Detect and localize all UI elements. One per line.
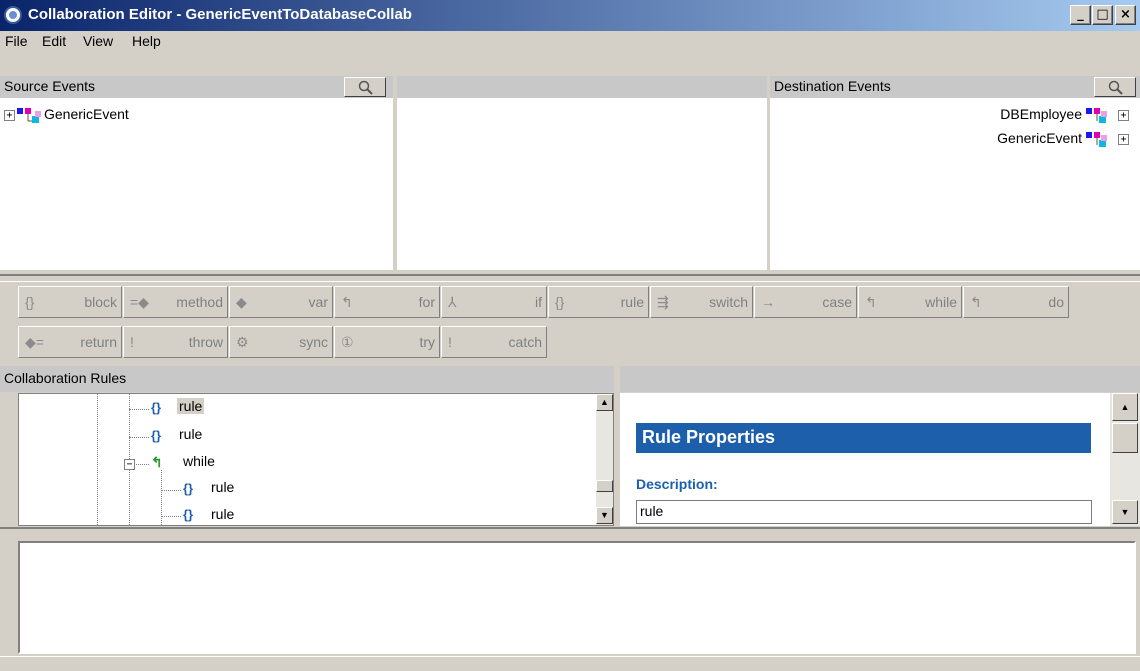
- magnifier-icon: [1108, 80, 1123, 95]
- menu-bar: File Edit View Help: [0, 31, 1140, 52]
- toolbar-method-button[interactable]: =◆ method: [123, 286, 228, 318]
- menu-help[interactable]: Help: [132, 33, 161, 49]
- expand-icon[interactable]: +: [1118, 110, 1129, 121]
- event-object-icon: [1086, 132, 1107, 147]
- sync-icon: ⚙: [236, 334, 249, 350]
- destination-event-dbemployee[interactable]: DBEmployee: [1000, 106, 1082, 122]
- menu-file[interactable]: File: [5, 33, 28, 49]
- mapping-area[interactable]: [397, 98, 767, 270]
- while-icon: ↰: [865, 294, 877, 310]
- properties-scrollbar[interactable]: ▲ ▼: [1110, 393, 1140, 526]
- maximize-button[interactable]: □: [1092, 5, 1113, 25]
- toolbar-switch-button[interactable]: ⇶ switch: [650, 286, 753, 318]
- destination-events-tree[interactable]: DBEmployee + GenericEvent +: [770, 98, 1140, 270]
- return-icon: ◆=: [25, 334, 44, 350]
- destination-search-button[interactable]: [1094, 77, 1136, 97]
- event-object-icon: [17, 108, 41, 123]
- menu-view[interactable]: View: [83, 33, 113, 49]
- rule-icon: {}: [555, 294, 565, 310]
- app-globe-icon: [4, 6, 22, 24]
- expand-icon[interactable]: +: [1118, 134, 1129, 145]
- tree-line: [129, 437, 149, 438]
- throw-icon: !: [130, 334, 134, 350]
- toolbar-for-button[interactable]: ↰ for: [334, 286, 440, 318]
- case-icon: →: [761, 294, 775, 310]
- collapse-icon[interactable]: −: [124, 459, 135, 470]
- catch-icon: !: [448, 334, 452, 350]
- event-object-icon: [1086, 108, 1107, 123]
- tree-line: [97, 394, 98, 525]
- for-icon: ↰: [341, 294, 353, 310]
- toolbar-sync-button[interactable]: ⚙ sync: [229, 326, 333, 358]
- collab-rules-title: Collaboration Rules: [4, 370, 127, 386]
- try-icon: ①: [341, 334, 354, 350]
- scroll-thumb[interactable]: [1112, 423, 1138, 453]
- tree-line: [161, 470, 162, 525]
- tree-node-while[interactable]: while: [183, 453, 215, 469]
- rule-icon: {}: [151, 428, 162, 443]
- toolbar-if-button[interactable]: ⅄ if: [441, 286, 547, 318]
- toolbar-throw-button[interactable]: ! throw: [123, 326, 228, 358]
- scroll-up-icon[interactable]: ▲: [596, 394, 613, 411]
- scroll-up-icon[interactable]: ▲: [1112, 393, 1138, 421]
- pane-splitter[interactable]: [0, 274, 1140, 282]
- output-panel[interactable]: [18, 541, 1136, 654]
- rule-properties-panel: Rule Properties Description: rule ▲ ▼: [620, 393, 1140, 526]
- toolbar-return-button[interactable]: ◆= return: [18, 326, 122, 358]
- rule-icon: {}: [183, 481, 194, 496]
- do-icon: ↰: [970, 294, 982, 310]
- status-bar: [0, 656, 1140, 671]
- pane-splitter[interactable]: [0, 527, 1140, 539]
- toolbar-try-button[interactable]: ① try: [334, 326, 440, 358]
- destination-event-genericevent[interactable]: GenericEvent: [997, 130, 1082, 146]
- source-search-button[interactable]: [344, 77, 386, 97]
- if-icon: ⅄: [448, 294, 457, 310]
- window-title: Collaboration Editor - GenericEventToDat…: [28, 6, 412, 23]
- destination-events-title: Destination Events: [774, 78, 891, 94]
- title-bar[interactable]: Collaboration Editor - GenericEventToDat…: [0, 0, 1140, 31]
- mapping-header: [397, 76, 767, 98]
- toolbar-while-button[interactable]: ↰ while: [858, 286, 962, 318]
- toolbar-catch-button[interactable]: ! catch: [441, 326, 547, 358]
- method-icon: =◆: [130, 294, 149, 310]
- tree-node-rule[interactable]: rule: [179, 426, 202, 442]
- switch-icon: ⇶: [657, 294, 669, 310]
- while-icon: ↰: [151, 454, 163, 470]
- tree-node-rule[interactable]: rule: [211, 506, 234, 522]
- toolbar-case-button[interactable]: → case: [754, 286, 857, 318]
- source-events-title: Source Events: [4, 78, 96, 94]
- expand-icon[interactable]: +: [4, 110, 15, 121]
- rules-scrollbar[interactable]: ▲ ▼: [596, 394, 613, 525]
- toolbar-block-button[interactable]: {} block: [18, 286, 122, 318]
- block-icon: {}: [25, 294, 35, 310]
- close-button[interactable]: ×: [1115, 5, 1136, 25]
- description-input[interactable]: rule: [636, 500, 1092, 524]
- scroll-down-icon[interactable]: ▼: [596, 507, 613, 524]
- source-events-tree[interactable]: + GenericEvent: [0, 98, 393, 270]
- rule-icon: {}: [151, 400, 162, 415]
- rule-properties-header: [620, 366, 1140, 392]
- minimize-button[interactable]: _: [1070, 5, 1091, 25]
- scroll-down-icon[interactable]: ▼: [1112, 500, 1138, 524]
- destination-events-header: Destination Events: [770, 76, 1140, 98]
- tree-line: [129, 409, 149, 410]
- toolbar-rule-button[interactable]: {} rule: [548, 286, 649, 318]
- rule-icon: {}: [183, 507, 194, 522]
- tree-line: [161, 490, 181, 491]
- rule-properties-title: Rule Properties: [636, 423, 1091, 453]
- tree-node-rule[interactable]: rule: [211, 479, 234, 495]
- tree-line: [161, 516, 181, 517]
- source-event-genericevent[interactable]: GenericEvent: [44, 106, 129, 122]
- source-events-header: Source Events: [0, 76, 393, 98]
- toolbar-var-button[interactable]: ◆ var: [229, 286, 333, 318]
- collab-rules-tree[interactable]: {} rule {} rule − ↰ while {} rule {} rul…: [18, 393, 614, 526]
- var-icon: ◆: [236, 294, 247, 310]
- toolbar-do-button[interactable]: ↰ do: [963, 286, 1069, 318]
- scroll-thumb[interactable]: [596, 480, 613, 492]
- collab-rules-header: Collaboration Rules: [0, 366, 614, 392]
- tree-node-rule-selected[interactable]: rule: [177, 398, 205, 414]
- menu-edit[interactable]: Edit: [42, 33, 66, 49]
- description-label: Description:: [636, 476, 718, 492]
- magnifier-icon: [358, 80, 373, 95]
